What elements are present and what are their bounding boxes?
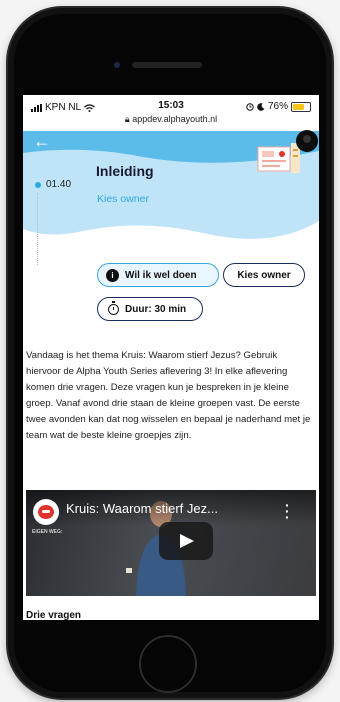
home-button[interactable] <box>139 635 197 693</box>
page-subtitle: Kies owner <box>97 193 149 205</box>
stopwatch-icon <box>108 300 119 315</box>
front-camera <box>114 62 120 68</box>
preference-tag-label: Wil ik wel doen <box>125 269 197 281</box>
owner-avatar[interactable] <box>296 130 318 152</box>
battery-icon <box>291 101 311 112</box>
duration-label: Duur: 30 min <box>125 303 187 315</box>
lock-icon: 🔒︎ <box>124 114 130 124</box>
video-player[interactable]: EIGEN WEG: Kruis: Waarom stierf Jez... ·… <box>26 490 316 596</box>
url-text: appdev.alphayouth.nl <box>132 114 218 124</box>
earpiece-speaker <box>132 62 202 68</box>
owner-tag[interactable]: Kies owner <box>223 263 305 287</box>
video-overlay-text: EIGEN WEG: <box>32 529 63 535</box>
alarm-icon <box>246 102 254 111</box>
back-arrow-icon[interactable]: ← <box>33 131 51 152</box>
info-icon: i <box>106 268 119 282</box>
timeline-line <box>37 193 38 265</box>
owner-tag-label: Kies owner <box>237 269 291 281</box>
play-button[interactable] <box>159 522 213 560</box>
timecode: 01.40 <box>46 179 72 190</box>
address-bar[interactable]: 🔒︎ appdev.alphayouth.nl <box>23 114 319 125</box>
duration-tag: Duur: 30 min <box>97 297 203 321</box>
video-title[interactable]: Kruis: Waarom stierf Jez... <box>66 501 218 516</box>
more-options-icon[interactable]: · · · <box>285 498 290 524</box>
timeline-dot <box>35 182 41 188</box>
preference-tag[interactable]: i Wil ik wel doen <box>97 263 219 287</box>
status-bar: KPN NL 15:03 76% 🔒︎ appdev.alphayouth.nl <box>23 95 319 131</box>
moon-icon <box>257 102 265 111</box>
battery-percent: 76% <box>267 101 288 112</box>
app-screen: KPN NL 15:03 76% 🔒︎ appdev.alphayouth.nl… <box>23 95 319 620</box>
lesson-header: ← 01.40 Inleiding Kies owner <box>23 130 319 265</box>
page-title: Inleiding <box>96 163 154 179</box>
section-heading: Drie vragen <box>26 610 82 620</box>
battery-info: 76% <box>246 101 311 112</box>
intro-paragraph: Vandaag is het thema Kruis: Waarom stier… <box>26 350 311 441</box>
channel-logo[interactable] <box>33 499 59 525</box>
